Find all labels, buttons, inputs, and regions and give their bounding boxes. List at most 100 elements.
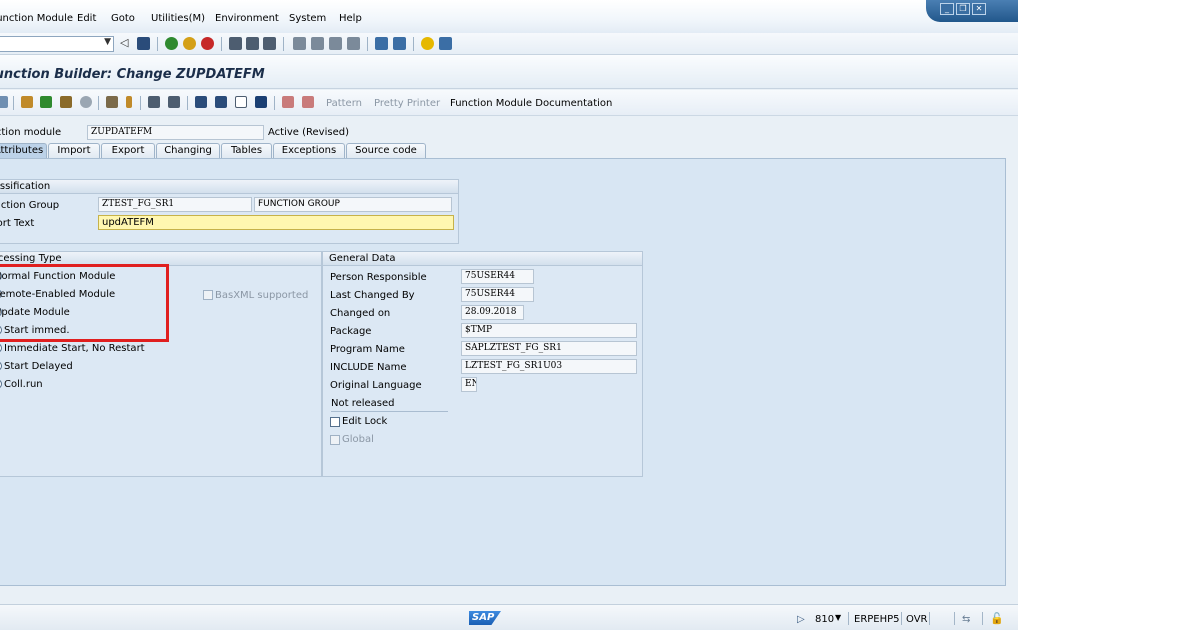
previous-page-icon[interactable] [311, 37, 324, 50]
edit-lock-checkbox[interactable] [330, 417, 340, 427]
tab-source-code[interactable]: Source code [346, 143, 426, 159]
find-icon[interactable] [246, 37, 259, 50]
menu-environment[interactable]: Environment [215, 13, 279, 24]
include-name-field: LZTEST_FG_SR1U03 [461, 359, 637, 374]
display-change-icon[interactable] [0, 96, 8, 108]
find-next-icon[interactable] [263, 37, 276, 50]
tab-changing[interactable]: Changing [156, 143, 220, 159]
tab-order-icon[interactable]: ⇆ [962, 614, 970, 625]
display-object-icon[interactable] [148, 96, 160, 108]
status-separator [929, 612, 930, 625]
program-name-label: Program Name [330, 344, 405, 355]
status-expand-icon[interactable]: ▷ [797, 614, 805, 625]
lock-icon[interactable]: 🔓 [990, 612, 1004, 625]
toolbar-separator [367, 37, 368, 51]
toolbar-separator [283, 37, 284, 51]
cancel-icon[interactable] [201, 37, 214, 50]
original-language-field: EN [461, 377, 477, 392]
status-bar: SAP ▷ 810 ▼ ERPEHP5 OVR ⇆ 🔓 [0, 604, 1018, 630]
global-checkbox[interactable] [330, 435, 340, 445]
menu-help[interactable]: Help [339, 13, 362, 24]
program-name-field: SAPLZTEST_FG_SR1 [461, 341, 637, 356]
basxml-label: BasXML supported [215, 290, 309, 301]
coll-run-label: Coll.run [4, 379, 43, 390]
attributes-panel: Classification Function Group ZTEST_FG_S… [0, 158, 1006, 586]
changed-on-field: 28.09.2018 [461, 305, 524, 320]
pattern-button[interactable]: Pattern [326, 98, 362, 109]
page-title: Function Builder: Change ZUPDATEFM [0, 67, 265, 82]
function-group-field[interactable]: ZTEST_FG_SR1 [98, 197, 252, 212]
package-field: $TMP [461, 323, 637, 338]
tab-import[interactable]: Import [48, 143, 100, 159]
last-changed-by-field: 75USER44 [461, 287, 534, 302]
fm-documentation-button[interactable]: Function Module Documentation [450, 98, 612, 109]
menu-bar: Function Module Edit Goto Utilities(M) E… [0, 0, 1018, 33]
toolbar-separator [221, 37, 222, 51]
restore-icon[interactable]: ❐ [956, 3, 970, 15]
tab-attributes[interactable]: Attributes [0, 143, 47, 159]
last-changed-by-label: Last Changed By [330, 290, 415, 301]
general-data-title: General Data [323, 252, 642, 266]
basxml-checkbox[interactable] [203, 290, 213, 300]
toolbar-separator [13, 96, 14, 110]
toolbar-separator [98, 96, 99, 110]
menu-goto[interactable]: Goto [111, 13, 135, 24]
hierarchy-icon[interactable] [195, 96, 207, 108]
function-module-label: Function module [0, 127, 62, 138]
highlight-box [0, 264, 169, 342]
classification-title: Classification [0, 180, 458, 194]
enhance-icon[interactable] [215, 96, 227, 108]
status-text: Active (Revised) [268, 127, 349, 138]
short-text-input[interactable]: updATEFM [98, 215, 454, 230]
release-status: Not released [331, 398, 448, 412]
menu-system[interactable]: System [289, 13, 326, 24]
next-page-icon[interactable] [329, 37, 342, 50]
where-used-icon[interactable] [80, 96, 92, 108]
window-controls: _ ❐ ✕ [926, 0, 1018, 22]
tab-tables[interactable]: Tables [221, 143, 272, 159]
person-responsible-field[interactable]: 75USER44 [461, 269, 534, 284]
menu-function-module[interactable]: Function Module [0, 13, 73, 24]
system-name: ERPEHP5 [854, 614, 900, 625]
sap-window: Function Module Edit Goto Utilities(M) E… [0, 0, 1018, 630]
check-icon[interactable] [21, 96, 33, 108]
immediate-no-restart-label: Immediate Start, No Restart [4, 343, 145, 354]
info-icon[interactable] [255, 96, 267, 108]
function-module-field: ZUPDATEFM [87, 125, 264, 140]
command-field[interactable]: ▼ [0, 36, 114, 52]
back-arrow-icon[interactable]: ◁ [120, 37, 133, 50]
edit-lock-label: Edit Lock [342, 416, 388, 427]
toolbar-separator [140, 96, 141, 110]
frame-icon[interactable] [235, 96, 247, 108]
exit-icon[interactable] [183, 37, 196, 50]
new-session-icon[interactable] [375, 37, 388, 50]
help-icon[interactable] [421, 37, 434, 50]
chevron-down-icon[interactable]: ▼ [104, 37, 111, 47]
pretty-printer-button[interactable]: Pretty Printer [374, 98, 440, 109]
shortcut-icon[interactable] [393, 37, 406, 50]
menu-utilities[interactable]: Utilities(M) [151, 13, 205, 24]
changed-on-label: Changed on [330, 308, 391, 319]
tab-exceptions[interactable]: Exceptions [273, 143, 345, 159]
print-icon[interactable] [229, 37, 242, 50]
sap-logo-text: SAP [472, 612, 495, 623]
object-list-icon[interactable] [106, 96, 118, 108]
tab-export[interactable]: Export [101, 143, 155, 159]
navigate-up-icon[interactable] [126, 96, 132, 108]
first-page-icon[interactable] [293, 37, 306, 50]
save-icon[interactable] [137, 37, 150, 50]
menu-edit[interactable]: Edit [77, 13, 96, 24]
layout-menu-icon[interactable] [439, 37, 452, 50]
minimize-icon[interactable]: _ [940, 3, 954, 15]
last-page-icon[interactable] [347, 37, 360, 50]
back-icon[interactable] [165, 37, 178, 50]
include-name-label: INCLUDE Name [330, 362, 407, 373]
chevron-down-icon[interactable]: ▼ [835, 613, 841, 622]
test-icon[interactable] [60, 96, 72, 108]
toolbar-separator [413, 37, 414, 51]
activate-icon[interactable] [40, 96, 52, 108]
pattern-icon[interactable] [282, 96, 294, 108]
pattern-insert-icon[interactable] [302, 96, 314, 108]
close-icon[interactable]: ✕ [972, 3, 986, 15]
navigation-icon[interactable] [168, 96, 180, 108]
